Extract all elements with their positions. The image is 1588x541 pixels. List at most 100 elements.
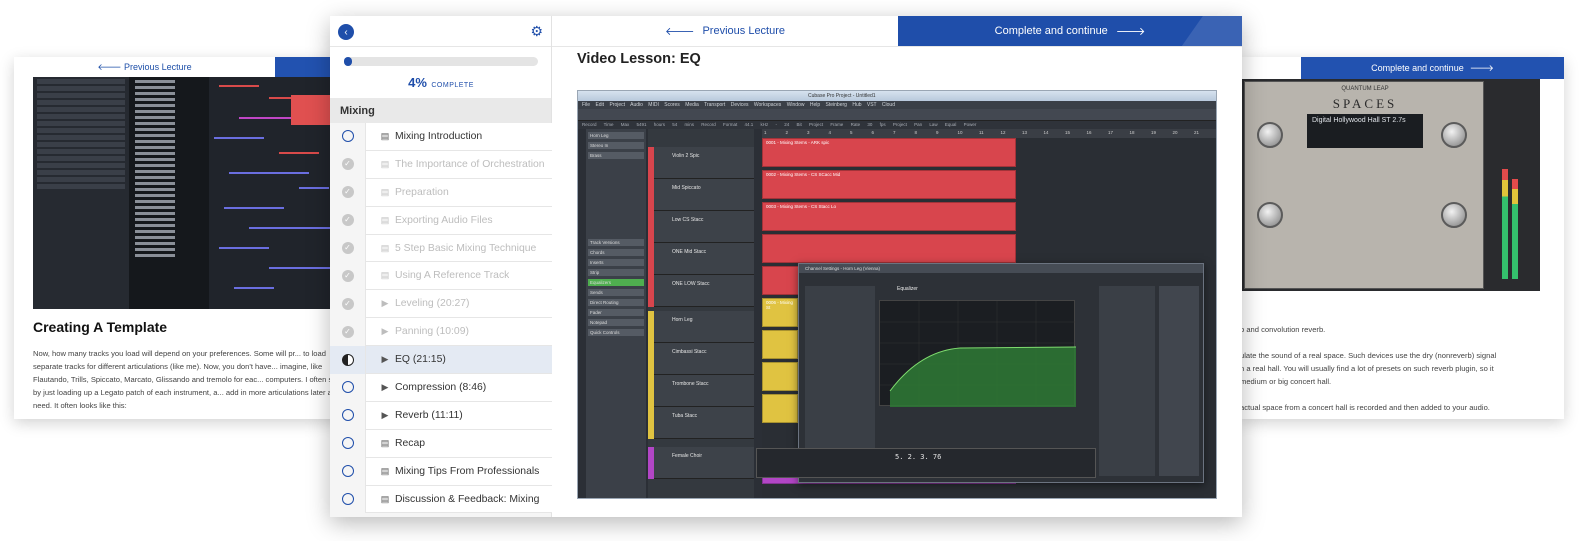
inspector-item[interactable]: Inserts	[588, 259, 644, 266]
inspector-item[interactable]: Direct Routing	[588, 299, 644, 306]
ruler-mark: 16	[1086, 130, 1092, 135]
left-card-prev-link[interactable]: 🡐 Previous Lecture	[14, 62, 275, 73]
right-preview-card: Complete and continue 🡒 QUANTUM LEAP SPA…	[1240, 57, 1564, 419]
right-card-cta[interactable]: Complete and continue 🡒	[1301, 57, 1564, 79]
lesson-item[interactable]: ✓ ▤ Exporting Audio Files	[330, 206, 552, 235]
lesson-item[interactable]: ✓ ▤ The Importance of Orchestration	[330, 150, 552, 179]
lesson-item[interactable]: ✓ ▤ Using A Reference Track	[330, 261, 552, 291]
lesson-title: Exporting Audio Files	[395, 214, 493, 226]
ruler-mark: 21	[1194, 130, 1200, 135]
channel-fader[interactable]	[1159, 286, 1199, 476]
lesson-item[interactable]: ✓ ▶ Leveling (20:27)	[330, 289, 552, 319]
track-header[interactable]: Female Choir	[648, 447, 754, 479]
lesson-item[interactable]: ▶ EQ (21:15)	[330, 345, 552, 375]
lesson-item[interactable]: ✓ ▤ Preparation	[330, 178, 552, 207]
pre-delay-knob[interactable]	[1441, 202, 1467, 228]
lesson-item[interactable]: ✓ ▤ 5 Step Basic Mixing Technique	[330, 234, 552, 263]
document-icon: ▤	[380, 437, 390, 448]
lesson-item[interactable]: ✓ ▶ Panning (10:09)	[330, 317, 552, 347]
course-player: ‹ ⚙ 4% COMPLETE Mixing ▤ Mixing Introduc…	[330, 16, 1242, 517]
track-header[interactable]: Low CS Stacc	[648, 211, 754, 243]
lesson-status[interactable]	[330, 485, 366, 513]
incomplete-circle-icon	[341, 493, 354, 506]
track-header[interactable]: Violin 2 Spic	[648, 147, 754, 179]
inspector-item[interactable]: Fader	[588, 309, 644, 316]
lesson-status[interactable]: ✓	[330, 261, 366, 290]
track-header[interactable]: Tuba Stacc	[648, 407, 754, 439]
lesson-status[interactable]	[330, 429, 366, 458]
eq-curve-display	[879, 300, 1077, 407]
lesson-status[interactable]: ✓	[330, 289, 366, 318]
lesson-item[interactable]: ▤ Mixing Tips From Professionals	[330, 457, 552, 486]
plugin-preset-display: Digital Hollywood Hall ST 2.7s	[1307, 114, 1423, 148]
dry-signal-knob[interactable]	[1257, 122, 1283, 148]
lesson-item[interactable]: ▶ Compression (8:46)	[330, 373, 552, 402]
inspector-item[interactable]: Brass	[588, 152, 644, 159]
lesson-status[interactable]	[330, 401, 366, 430]
track-name: Horn Leg	[672, 317, 693, 323]
track-name: Female Choir	[672, 453, 703, 459]
section-title: Mixing	[330, 98, 551, 123]
wet-signal-knob[interactable]	[1441, 122, 1467, 148]
check-icon: ✓	[341, 325, 354, 338]
track-header[interactable]: Mid Spiccato	[648, 179, 754, 211]
track-header[interactable]: ONE Mid Stacc	[648, 243, 754, 275]
sends-strip	[1099, 286, 1155, 476]
inspector-item[interactable]: Track Versions	[588, 239, 644, 246]
inspector-item[interactable]: Horn Leg	[588, 132, 644, 139]
left-card-nav: 🡐 Previous Lecture	[14, 57, 354, 77]
lesson-item[interactable]: ▤ Discussion & Feedback: Mixing	[330, 485, 552, 514]
document-icon: ▤	[380, 158, 390, 169]
inspector-item[interactable]: Sends	[588, 289, 644, 296]
lesson-title: EQ (21:15)	[395, 354, 446, 366]
lesson-status[interactable]: ✓	[330, 206, 366, 235]
back-button[interactable]: ‹	[338, 24, 354, 40]
lesson-title: Mixing Introduction	[395, 130, 483, 142]
track-name: ONE LOW Stacc	[672, 281, 710, 287]
lesson-status[interactable]: ✓	[330, 234, 366, 262]
inspector-item[interactable]: Chords	[588, 249, 644, 256]
inspector-item[interactable]: Strip	[588, 269, 644, 276]
track-header[interactable]: Cimbassi Stacc	[648, 343, 754, 375]
lesson-status[interactable]	[330, 457, 366, 486]
lesson-item[interactable]: ▶ Reverb (11:11)	[330, 401, 552, 430]
lesson-status[interactable]: ✓	[330, 317, 366, 346]
ruler-mark: 7	[893, 130, 896, 135]
complete-and-continue-button[interactable]: Complete and continue 🡒	[898, 16, 1242, 46]
track-color	[648, 407, 654, 439]
arrow-left-icon: 🡐	[664, 26, 695, 38]
ruler-mark: 19	[1151, 130, 1157, 135]
lesson-status[interactable]: ✓	[330, 150, 366, 179]
track-header[interactable]: Horn Leg	[648, 311, 754, 343]
track-header[interactable]: ONE LOW Stacc	[648, 275, 754, 307]
ruler-mark: 15	[1065, 130, 1071, 135]
document-icon: ▤	[380, 270, 390, 281]
inspector-item[interactable]: Quick Controls	[588, 329, 644, 336]
transport-bar: 5. 2. 3. 76	[756, 448, 1096, 478]
ruler-mark: 1	[764, 130, 767, 135]
input-signal-knob[interactable]	[1257, 202, 1283, 228]
video-player[interactable]: Cubase Pro Project - Untitled1 File Edit…	[577, 90, 1217, 499]
lesson-status[interactable]: ✓	[330, 178, 366, 207]
previous-lecture-button[interactable]: 🡐 Previous Lecture	[552, 16, 898, 46]
check-icon: ✓	[341, 186, 354, 199]
ruler-mark: 13	[1022, 130, 1028, 135]
lesson-list: ▤ Mixing Introduction ✓ ▤ The Importance…	[330, 122, 552, 514]
ruler-mark: 2	[785, 130, 789, 135]
inspector-item[interactable]: Stereo In	[588, 142, 644, 149]
lesson-status[interactable]	[330, 345, 366, 374]
ruler-mark: 10	[957, 130, 963, 135]
lesson-item[interactable]: ▤ Recap	[330, 429, 552, 458]
right-card-text-line: actual space from a concert hall is reco…	[1240, 403, 1490, 412]
left-preview-card: 🡐 Previous Lecture Creating A Template N…	[14, 57, 354, 419]
lesson-status[interactable]	[330, 373, 366, 402]
lesson-item[interactable]: ▤ Mixing Introduction	[330, 122, 552, 151]
lesson-status[interactable]	[330, 122, 366, 151]
in-progress-icon	[341, 353, 354, 366]
inspector-item[interactable]: Equalizers	[588, 279, 644, 286]
inspector-item[interactable]: Notepad	[588, 319, 644, 326]
ruler-mark: 5	[850, 130, 853, 135]
gear-icon[interactable]: ⚙	[530, 23, 543, 40]
document-icon: ▤	[380, 186, 390, 197]
track-header[interactable]: Trombone Stacc	[648, 375, 754, 407]
